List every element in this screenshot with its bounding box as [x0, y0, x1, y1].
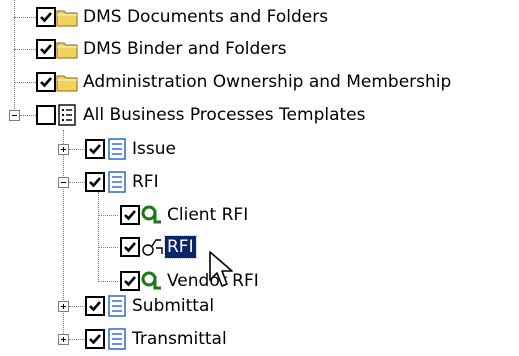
expand-toggle-icon[interactable]	[58, 144, 69, 155]
checkbox[interactable]	[120, 205, 140, 225]
tree-item-all-business-processes[interactable]: All Business Processes Templates	[0, 101, 519, 131]
template-list-icon	[58, 104, 76, 126]
template-list-icon	[108, 171, 126, 193]
checkbox[interactable]	[36, 7, 56, 27]
process-outline-icon	[142, 239, 163, 256]
tree-item-submittal[interactable]: Submittal	[0, 292, 519, 322]
tree-item-label: Transmittal	[132, 329, 227, 349]
checkbox[interactable]	[36, 105, 56, 125]
tree-item-label: All Business Processes Templates	[83, 105, 366, 125]
checkbox[interactable]	[36, 72, 56, 92]
tree-item-issue[interactable]: Issue	[0, 135, 519, 165]
process-icon	[141, 271, 161, 290]
checkbox[interactable]	[120, 271, 140, 291]
process-icon	[141, 205, 161, 224]
folder-icon	[56, 10, 78, 27]
checkbox[interactable]	[85, 296, 105, 316]
template-list-icon	[108, 328, 126, 350]
template-list-icon	[108, 295, 126, 317]
collapse-toggle-icon[interactable]	[9, 110, 20, 121]
template-list-icon	[108, 138, 126, 160]
tree-item-label: RFI	[164, 235, 197, 259]
checkbox[interactable]	[36, 39, 56, 59]
tree-item-label: Submittal	[132, 296, 215, 316]
mouse-pointer-icon	[209, 251, 233, 287]
tree-item-transmittal[interactable]: Transmittal	[0, 325, 519, 355]
tree-item-rfi[interactable]: RFI	[0, 233, 519, 263]
tree-item-client-rfi[interactable]: Client RFI	[0, 201, 519, 231]
folder-icon	[56, 42, 78, 59]
tree-item-label: DMS Documents and Folders	[83, 7, 329, 27]
tree-item-label: RFI	[132, 172, 159, 192]
folder-icon	[56, 75, 78, 92]
tree-item-rfi-group[interactable]: RFI	[0, 168, 519, 198]
collapse-toggle-icon[interactable]	[58, 177, 69, 188]
checkbox[interactable]	[85, 172, 105, 192]
checkbox[interactable]	[120, 237, 140, 257]
tree-view: DMS Documents and Folders DMS Binder and…	[0, 0, 519, 356]
expand-toggle-icon[interactable]	[58, 334, 69, 345]
tree-item-administration[interactable]: Administration Ownership and Membership	[0, 68, 519, 98]
tree-item-label: DMS Binder and Folders	[83, 39, 287, 59]
tree-item-label: Administration Ownership and Membership	[83, 72, 452, 92]
tree-item-label: Issue	[132, 139, 176, 159]
checkbox[interactable]	[85, 139, 105, 159]
expand-toggle-icon[interactable]	[58, 301, 69, 312]
tree-item-label: Client RFI	[167, 205, 249, 225]
tree-item-dms-documents[interactable]: DMS Documents and Folders	[0, 3, 519, 33]
tree-item-dms-binder[interactable]: DMS Binder and Folders	[0, 35, 519, 65]
checkbox[interactable]	[85, 329, 105, 349]
